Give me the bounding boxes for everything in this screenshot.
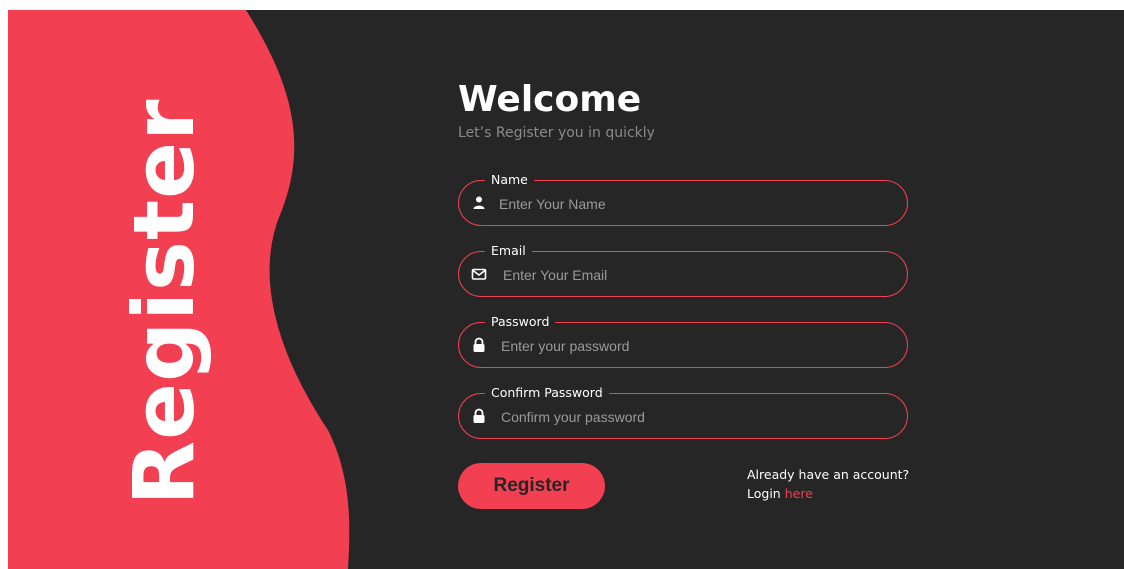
envelope-icon [471, 268, 487, 280]
email-input[interactable] [501, 252, 895, 298]
confirm-password-field[interactable]: Confirm Password [458, 385, 908, 440]
register-button[interactable]: Register [458, 463, 605, 509]
login-link[interactable]: here [785, 486, 813, 501]
lock-icon [473, 337, 485, 352]
lock-icon [473, 408, 485, 423]
page-title: Welcome [458, 79, 642, 120]
email-field[interactable]: Email [458, 243, 908, 298]
login-prefix: Login [747, 486, 781, 501]
name-input[interactable] [497, 181, 891, 227]
name-field[interactable]: Name [458, 172, 908, 227]
password-input[interactable] [499, 323, 893, 369]
login-line: Login here [747, 484, 909, 503]
password-field[interactable]: Password [458, 314, 908, 369]
user-icon [473, 196, 485, 209]
account-question: Already have an account? [747, 467, 910, 482]
page-subtitle: Let’s Register you in quickly [458, 125, 655, 141]
confirm-password-input[interactable] [499, 394, 893, 440]
side-title: Register [115, 98, 213, 506]
login-prompt: Already have an account? Login here [747, 465, 909, 503]
register-page: Register Welcome Let’s Register you in q… [8, 10, 1124, 569]
